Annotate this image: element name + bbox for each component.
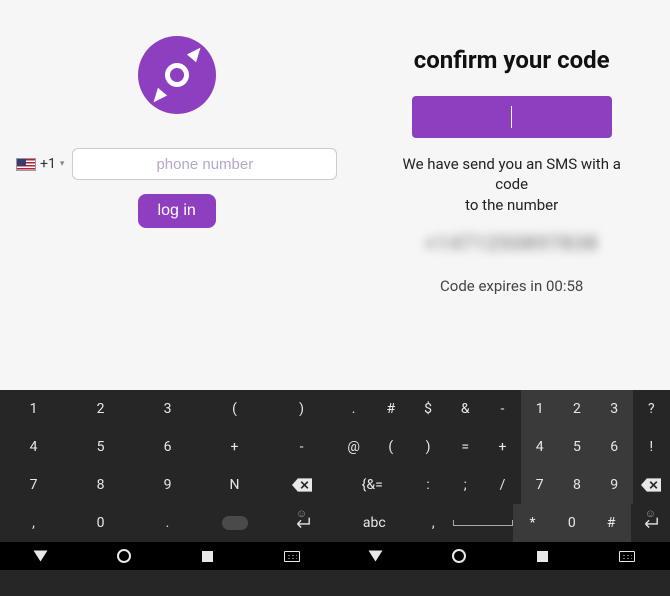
key-plus-r[interactable]: + <box>484 428 521 466</box>
phone-number-input[interactable] <box>72 148 337 180</box>
numpad-2[interactable]: 2 <box>558 390 595 428</box>
numpad-4[interactable]: 4 <box>521 428 558 466</box>
numpad-1[interactable]: 1 <box>521 390 558 428</box>
key-at[interactable]: @ <box>335 428 372 466</box>
nav-recent-icon[interactable] <box>202 551 213 562</box>
key-dollar[interactable]: $ <box>409 390 446 428</box>
key-question[interactable]: ? <box>633 390 670 428</box>
space-key[interactable] <box>453 504 513 542</box>
code-input[interactable] <box>412 96 612 138</box>
key-comma[interactable]: , <box>0 504 67 542</box>
emoji-icon: ☺ <box>296 507 307 520</box>
key-comma-r[interactable]: , <box>414 504 453 542</box>
numpad-9[interactable]: 9 <box>596 466 633 504</box>
numpad-8[interactable]: 8 <box>558 466 595 504</box>
key-plus[interactable]: + <box>201 428 268 466</box>
nav-home-icon[interactable] <box>452 549 466 563</box>
sms-line1: We have send you an SMS with a code <box>402 155 620 193</box>
space-icon <box>453 520 513 526</box>
country-code-label: +1 <box>40 156 56 172</box>
enter-key-r[interactable]: ☺ <box>631 504 670 542</box>
numpad-0[interactable]: 0 <box>552 504 591 542</box>
code-expiry: Code expires in 00:58 <box>369 277 654 295</box>
key-symbols[interactable]: {&= <box>335 466 409 504</box>
key-period[interactable]: . <box>134 504 201 542</box>
expiry-time: 00:58 <box>546 277 583 295</box>
sms-info-text: We have send you an SMS with a code to t… <box>369 154 654 215</box>
key-rparen-r[interactable]: ) <box>409 428 446 466</box>
soft-keyboard: 1 2 3 ( ) . # $ & - 1 2 3 ? 4 5 <box>0 390 670 596</box>
key-lparen[interactable]: ( <box>201 390 268 428</box>
numpad-5[interactable]: 5 <box>558 428 595 466</box>
country-code-selector[interactable]: +1 ▾ <box>16 156 64 172</box>
key-5[interactable]: 5 <box>67 428 134 466</box>
emoji-icon: ☺ <box>645 507 656 520</box>
key-N[interactable]: N <box>201 466 268 504</box>
backspace-key-r[interactable] <box>633 466 670 504</box>
enter-key[interactable]: ☺ <box>268 504 335 542</box>
android-navbar <box>0 542 670 570</box>
nav-back-icon[interactable] <box>369 551 383 562</box>
key-9[interactable]: 9 <box>134 466 201 504</box>
key-colon[interactable]: : <box>409 466 446 504</box>
nav-recent-icon[interactable] <box>537 551 548 562</box>
key-amp[interactable]: & <box>447 390 484 428</box>
key-minus[interactable]: - <box>268 428 335 466</box>
flag-us-icon <box>16 158 36 171</box>
sms-line2: to the number <box>465 196 558 214</box>
nav-back-icon[interactable] <box>34 551 48 562</box>
key-dot[interactable]: . <box>335 390 372 428</box>
numpad-7[interactable]: 7 <box>521 466 558 504</box>
key-minus[interactable]: - <box>484 390 521 428</box>
login-panel: +1 ▾ log in <box>0 0 353 390</box>
key-0[interactable]: 0 <box>67 504 134 542</box>
key-2[interactable]: 2 <box>67 390 134 428</box>
text-cursor-icon <box>511 106 513 128</box>
login-button[interactable]: log in <box>138 194 216 228</box>
key-slash[interactable]: / <box>484 466 521 504</box>
expiry-prefix: Code expires in <box>440 277 546 295</box>
numpad-hash[interactable]: # <box>591 504 630 542</box>
backspace-icon <box>292 478 312 492</box>
key-pill[interactable] <box>201 504 268 542</box>
numpad-star[interactable]: * <box>513 504 552 542</box>
key-abc[interactable]: abc <box>335 504 414 542</box>
key-semi[interactable]: ; <box>447 466 484 504</box>
key-rparen[interactable]: ) <box>268 390 335 428</box>
chevron-down-icon: ▾ <box>60 159 65 169</box>
key-bang[interactable]: ! <box>633 428 670 466</box>
phone-input-row: +1 ▾ <box>16 148 337 180</box>
confirm-code-panel: confirm your code We have send you an SM… <box>353 0 670 390</box>
backspace-icon <box>641 478 661 492</box>
key-lparen-r[interactable]: ( <box>372 428 409 466</box>
nav-keyboard-icon[interactable] <box>619 551 635 562</box>
key-6[interactable]: 6 <box>134 428 201 466</box>
nav-home-icon[interactable] <box>117 549 131 563</box>
nav-keyboard-icon[interactable] <box>284 551 300 562</box>
key-3[interactable]: 3 <box>134 390 201 428</box>
key-8[interactable]: 8 <box>67 466 134 504</box>
key-1[interactable]: 1 <box>0 390 67 428</box>
masked-phone-number: +1471250897838 <box>369 231 654 255</box>
key-7[interactable]: 7 <box>0 466 67 504</box>
numpad-3[interactable]: 3 <box>596 390 633 428</box>
key-equals[interactable]: = <box>447 428 484 466</box>
app-logo <box>138 36 216 114</box>
pill-icon <box>222 516 248 530</box>
backspace-key[interactable] <box>268 466 335 504</box>
key-4[interactable]: 4 <box>0 428 67 466</box>
confirm-title: confirm your code <box>369 46 654 74</box>
key-hash[interactable]: # <box>372 390 409 428</box>
numpad-6[interactable]: 6 <box>596 428 633 466</box>
